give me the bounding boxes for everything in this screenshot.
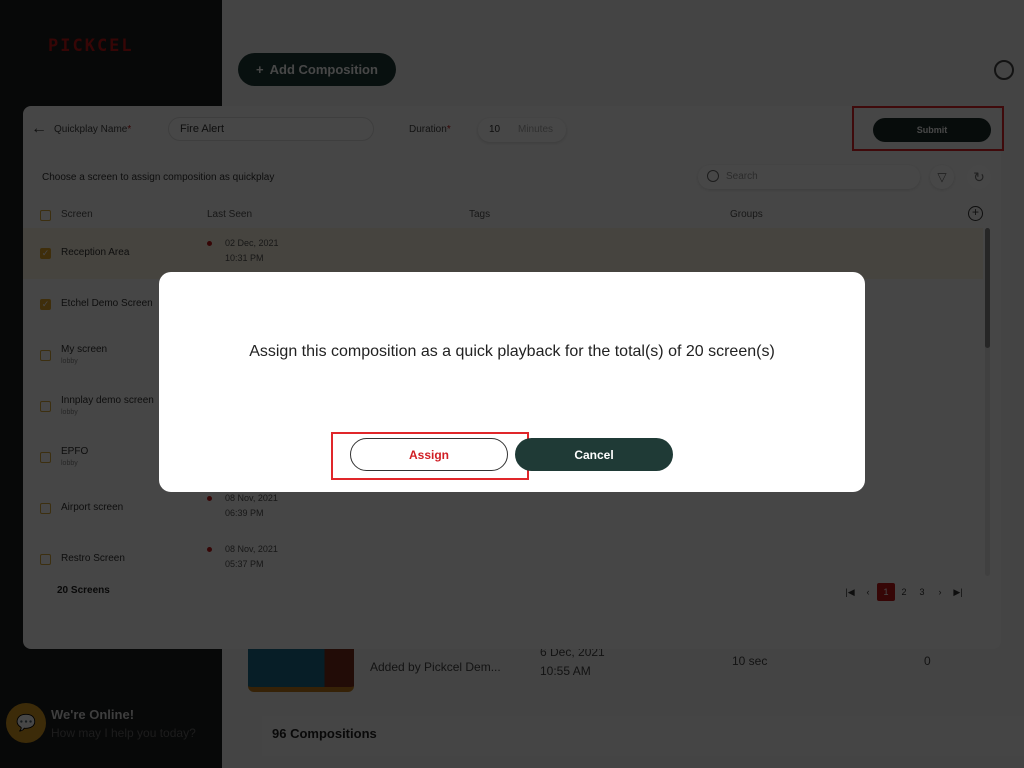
cancel-button[interactable]: Cancel bbox=[515, 438, 673, 471]
assign-highlight-box bbox=[331, 432, 529, 480]
assign-confirm-dialog: Assign this composition as a quick playb… bbox=[159, 272, 865, 492]
dialog-message: Assign this composition as a quick playb… bbox=[249, 343, 775, 360]
